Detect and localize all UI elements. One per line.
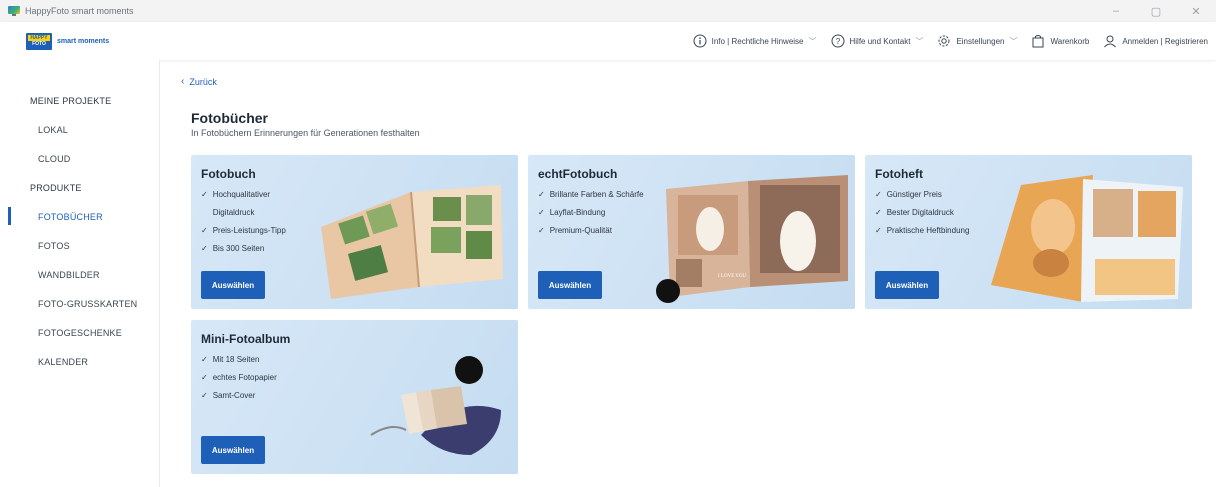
mini-album-image: [370, 356, 501, 455]
feature-list: ✓ Brillante Farben & Schärfe ✓ Layflat-Bin…: [538, 186, 644, 240]
product-card-echtfotobuch[interactable]: echtFotobuch ✓ Brillante Farben & Schärfe…: [528, 155, 855, 309]
feature-item: ✓ Brillante Farben & Schärfe: [538, 186, 644, 204]
select-button[interactable]: Auswählen: [875, 271, 939, 299]
feature-item: ✓ Samt-Cover: [201, 387, 277, 405]
product-card-fotobuch[interactable]: Fotobuch ✓ Hochqualitativer Digitaldruck …: [191, 155, 518, 309]
maximize-button[interactable]: ▢: [1136, 0, 1176, 22]
window-title: HappyFoto smart moments: [25, 6, 134, 16]
select-button[interactable]: Auswählen: [201, 271, 265, 299]
active-indicator: [8, 207, 11, 225]
page-title: Fotobücher: [191, 110, 268, 126]
page-subtitle: In Fotobüchern Erinnerungen für Generati…: [191, 128, 420, 138]
card-title: Mini-Fotoalbum: [201, 332, 291, 346]
svg-text:?: ?: [835, 37, 840, 46]
wedding-book-image: I LOVE YOU: [656, 175, 848, 303]
card-title: Fotobuch: [201, 167, 256, 181]
feature-item: ✓ Bester Digitaldruck: [875, 204, 969, 222]
check-icon: ✓: [538, 226, 545, 235]
select-button[interactable]: Auswählen: [538, 271, 602, 299]
window-controls: – ▢ ✕: [1096, 0, 1216, 22]
logo-mark: HAPPY FOTO: [26, 32, 52, 50]
chevron-down-icon: ﹀: [808, 36, 817, 46]
nav-help[interactable]: ? Hilfe und Kontakt ﹀: [831, 34, 924, 48]
nav-info-label: Info | Rechtliche Hinweise: [711, 36, 804, 46]
check-icon: ✓: [201, 373, 208, 382]
sidebar-item-cloud[interactable]: CLOUD: [38, 154, 71, 164]
photobook-image: [321, 185, 503, 299]
app-header: HAPPY FOTO smart moments Info | Rechtlic…: [0, 22, 1216, 60]
close-button[interactable]: ✕: [1176, 0, 1216, 22]
chevron-left-icon: ‹: [181, 76, 185, 87]
product-card-mini-fotoalbum[interactable]: Mini-Fotoalbum ✓ Mit 18 Seiten ✓ echtes Fo…: [191, 320, 518, 474]
nav-help-label: Hilfe und Kontakt: [849, 36, 911, 46]
sidebar-item-wandbilder[interactable]: WANDBILDER: [38, 270, 100, 280]
card-title: echtFotobuch: [538, 167, 618, 181]
check-icon: ✓: [538, 208, 545, 217]
back-link[interactable]: ‹ Zurück: [181, 76, 217, 87]
sidebar-item-foto-grusskarten[interactable]: FOTO-GRUSSKARTEN: [38, 299, 137, 309]
window-titlebar: HappyFoto smart moments – ▢ ✕: [0, 0, 1216, 22]
check-icon: ✓: [201, 226, 208, 235]
nav-settings-label: Einstellungen: [956, 36, 1005, 46]
nav-settings[interactable]: Einstellungen ﹀: [937, 34, 1017, 48]
logo-text: smart moments: [57, 37, 110, 45]
cart-icon: [1032, 35, 1044, 48]
minimize-button[interactable]: –: [1096, 0, 1136, 22]
check-icon: ✓: [201, 355, 208, 364]
sidebar-section-products: PRODUKTE: [30, 183, 82, 193]
back-label: Zurück: [189, 76, 217, 87]
sidebar: MEINE PROJEKTE LOKAL CLOUD PRODUKTE FOTO…: [0, 60, 160, 487]
chevron-down-icon: ﹀: [1009, 36, 1018, 46]
sidebar-item-lokal[interactable]: LOKAL: [38, 125, 68, 135]
feature-item: ✓ Mit 18 Seiten: [201, 351, 277, 369]
nav-cart[interactable]: Warenkorb: [1031, 34, 1089, 48]
feature-item: ✓ Bis 300 Seiten: [201, 240, 303, 258]
header-nav: Info | Rechtliche Hinweise ﹀ ? Hilfe und…: [679, 22, 1208, 60]
user-icon: [1104, 35, 1117, 48]
check-icon: ✓: [538, 190, 545, 199]
feature-list: ✓ Günstiger Preis ✓ Bester Digitaldruck ✓ P…: [875, 186, 969, 240]
feature-item: ✓ Praktische Heftbindung: [875, 222, 969, 240]
nav-info[interactable]: Info | Rechtliche Hinweise ﹀: [693, 34, 817, 48]
check-icon: ✓: [875, 226, 882, 235]
sidebar-item-fotogeschenke[interactable]: FOTOGESCHENKE: [38, 328, 122, 338]
check-icon: ✓: [201, 244, 208, 253]
feature-list: ✓ Hochqualitativer Digitaldruck ✓ Preis-Le…: [201, 186, 303, 258]
feature-item: ✓ Hochqualitativer Digitaldruck: [201, 186, 303, 222]
check-icon: ✓: [875, 208, 882, 217]
select-button[interactable]: Auswählen: [201, 436, 265, 464]
gear-icon: [938, 35, 950, 47]
feature-item: ✓ Preis-Leistungs-Tipp: [201, 222, 303, 240]
help-icon: ?: [831, 34, 844, 48]
logo[interactable]: HAPPY FOTO smart moments: [26, 32, 110, 50]
feature-item: ✓ Premium-Qualität: [538, 222, 644, 240]
feature-item: ✓ Layflat-Bindung: [538, 204, 644, 222]
sidebar-item-fotos[interactable]: FOTOS: [38, 241, 70, 251]
feature-item: ✓ Günstiger Preis: [875, 186, 969, 204]
chevron-down-icon: ﹀: [915, 36, 924, 46]
sidebar-section-projects: MEINE PROJEKTE: [30, 96, 112, 106]
info-icon: [693, 34, 707, 48]
card-title: Fotoheft: [875, 167, 923, 181]
feature-item: ✓ echtes Fotopapier: [201, 369, 277, 387]
sidebar-item-fotobuecher[interactable]: FOTOBÜCHER: [38, 212, 103, 222]
booklet-image: [991, 175, 1183, 302]
app-icon: [8, 6, 20, 16]
check-icon: ✓: [875, 190, 882, 199]
check-icon: ✓: [201, 190, 208, 199]
nav-account-label: Anmelden | Registrieren: [1122, 36, 1208, 46]
feature-list: ✓ Mit 18 Seiten ✓ echtes Fotopapier ✓ Samt-…: [201, 351, 277, 405]
product-card-fotoheft[interactable]: Fotoheft ✓ Günstiger Preis ✓ Bester Digita…: [865, 155, 1192, 309]
sidebar-item-kalender[interactable]: KALENDER: [38, 357, 88, 367]
nav-cart-label: Warenkorb: [1050, 36, 1090, 46]
check-icon: ✓: [201, 391, 208, 400]
svg-text:I LOVE YOU: I LOVE YOU: [718, 274, 747, 279]
nav-account[interactable]: Anmelden | Registrieren: [1103, 34, 1208, 48]
